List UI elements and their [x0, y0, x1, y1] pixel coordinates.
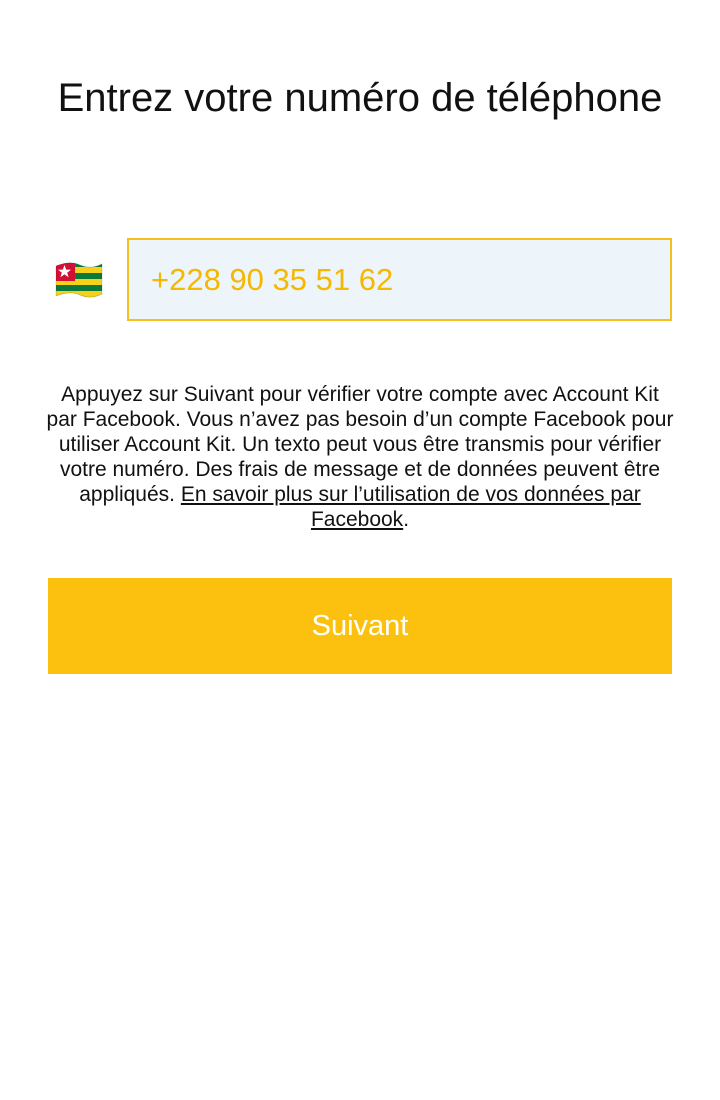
phone-number-input[interactable] — [127, 238, 672, 321]
next-button[interactable]: Suivant — [48, 578, 672, 674]
learn-more-link[interactable]: En savoir plus sur l’utilisation de vos … — [181, 483, 641, 531]
togo-flag-icon[interactable] — [54, 260, 104, 302]
disclaimer-suffix: . — [403, 508, 410, 531]
page-title: Entrez votre numéro de téléphone — [57, 76, 663, 120]
phone-number-row — [0, 238, 720, 322]
disclaimer-text: Appuyez sur Suivant pour vérifier votre … — [44, 382, 676, 532]
